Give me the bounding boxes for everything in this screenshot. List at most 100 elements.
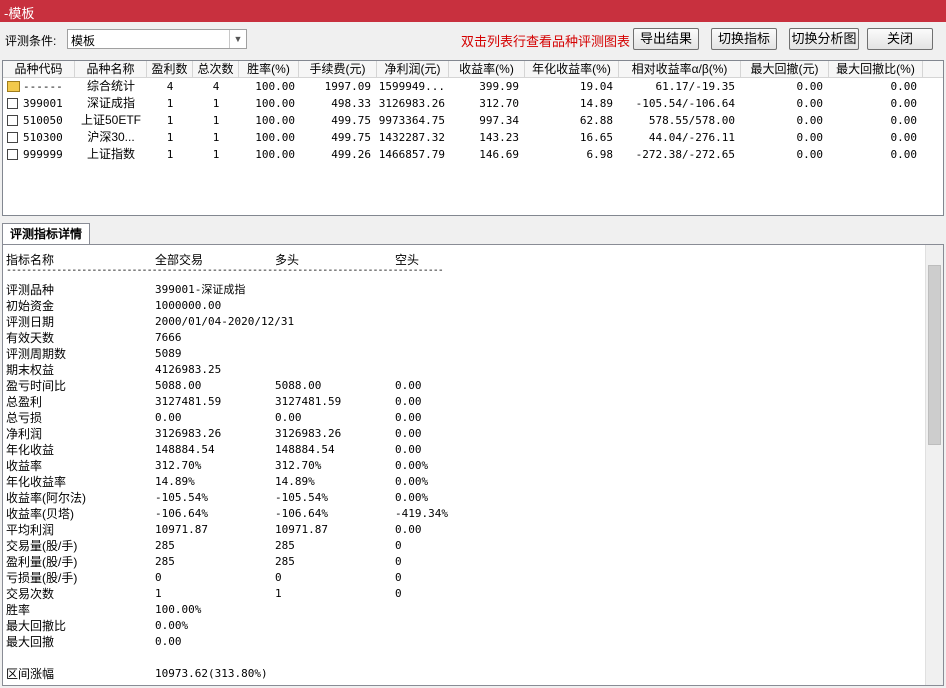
- detail-all: -105.54%: [155, 491, 208, 504]
- cell-rate: 100.00: [255, 148, 295, 161]
- detail-name: 年化收益: [6, 443, 55, 457]
- detail-long: -105.54%: [275, 491, 328, 504]
- detail-long: 3126983.26: [275, 427, 342, 440]
- col-header-ret[interactable]: 收益率(%): [449, 61, 525, 77]
- result-grid[interactable]: 品种代码 品种名称 盈利数 总次数 胜率(%) 手续费(元) 净利润(元) 收益…: [2, 60, 944, 216]
- list-item: 收益率(贝塔) -106.64% -106.64% -419.34%: [3, 506, 923, 522]
- col-header-dd[interactable]: 最大回撤(元): [741, 61, 829, 77]
- detail-short: 0: [395, 587, 402, 600]
- detail-long: 14.89%: [275, 475, 315, 488]
- detail-name: 净利润: [6, 427, 43, 441]
- table-row[interactable]: 510300 沪深30... 1 1 100.00 499.75 1432287.32 143…: [3, 129, 943, 146]
- list-item: 最大回撤 0.00: [3, 634, 923, 650]
- close-button[interactable]: 关闭: [867, 28, 933, 50]
- detail-name: 交易量(股/手): [6, 539, 78, 553]
- detail-short: 0.00%: [395, 475, 429, 488]
- detail-all: 14.89%: [155, 475, 195, 488]
- col-header-total[interactable]: 总次数: [193, 61, 239, 77]
- detail-all: 100.00%: [155, 603, 202, 616]
- detail-all: 10971.87: [155, 523, 208, 536]
- detail-short: 0: [395, 539, 402, 552]
- cell-profit: 1432287.32: [378, 131, 445, 144]
- cell-win: 1: [166, 114, 174, 127]
- cell-profit: 1466857.79: [378, 148, 445, 161]
- table-row[interactable]: 399001 深证成指 1 1 100.00 498.33 3126983.26 312.70…: [3, 95, 943, 112]
- cell-rate: 100.00: [255, 114, 295, 127]
- cell-annual: 16.65: [579, 131, 613, 144]
- table-row[interactable]: 510050 上证50ETF 1 1 100.00 499.75 9973364.75 997…: [3, 112, 943, 129]
- file-icon: [7, 149, 18, 160]
- list-item: 亏损量(股/手) 0 0 0: [3, 570, 923, 586]
- cell-total: 1: [212, 114, 220, 127]
- detail-all: -106.64%: [155, 507, 208, 520]
- cell-profit: 3126983.26: [378, 97, 445, 110]
- file-icon: [7, 115, 18, 126]
- cell-name: 上证指数: [86, 147, 135, 161]
- cell-ret: 146.69: [479, 148, 519, 161]
- cell-win: 4: [166, 80, 174, 93]
- cell-rel: -105.54/-106.64: [635, 97, 735, 110]
- detail-name: 最大回撤比: [6, 619, 67, 633]
- detail-name: 期末权益: [6, 363, 55, 377]
- col-header-rate[interactable]: 胜率(%): [239, 61, 299, 77]
- detail-short: 0.00%: [395, 491, 429, 504]
- cell-dd: 0.00: [796, 80, 824, 93]
- cell-code: ------: [23, 80, 63, 93]
- detail-short: 0.00: [395, 379, 422, 392]
- cell-rate: 100.00: [255, 80, 295, 93]
- list-item: 最大回撤比 0.00%: [3, 618, 923, 634]
- switch-indicator-button[interactable]: 切换指标: [711, 28, 777, 50]
- detail-short: 0.00%: [395, 459, 429, 472]
- detail-name: 收益率(贝塔): [6, 507, 74, 521]
- cell-ret: 312.70: [479, 97, 519, 110]
- detail-name: 交易次数: [6, 587, 55, 601]
- col-header-ddr[interactable]: 最大回撤比(%): [829, 61, 923, 77]
- detail-all: 0.00: [155, 411, 182, 424]
- cell-annual: 6.98: [586, 148, 614, 161]
- condition-label: 评测条件:: [5, 34, 57, 48]
- cell-dd: 0.00: [796, 131, 824, 144]
- detail-all: 1000000.00: [155, 299, 222, 312]
- detail-name: 胜率: [6, 603, 31, 617]
- title-bar: -模板: [0, 0, 946, 22]
- detail-all: 5088.00: [155, 379, 202, 392]
- col-header-name[interactable]: 品种名称: [75, 61, 147, 77]
- tab-detail[interactable]: 评测指标详情: [2, 223, 90, 245]
- col-header-fee[interactable]: 手续费(元): [299, 61, 377, 77]
- detail-short: 0: [395, 571, 402, 584]
- col-header-win[interactable]: 盈利数: [147, 61, 193, 77]
- cell-rel: -272.38/-272.65: [635, 148, 735, 161]
- col-header-annual[interactable]: 年化收益率(%): [525, 61, 619, 77]
- cell-name: 沪深30...: [87, 130, 135, 144]
- detail-name: 初始资金: [6, 299, 55, 313]
- detail-name: 区间涨幅: [6, 667, 55, 681]
- detail-long: 0.00: [275, 411, 302, 424]
- detail-short: 0: [395, 555, 402, 568]
- detail-name: 收益率: [6, 459, 43, 473]
- cell-rel: 44.04/-276.11: [648, 131, 735, 144]
- detail-separator: ----------------------------------------…: [6, 265, 444, 276]
- list-item: 评测品种 399001-深证成指: [3, 282, 923, 298]
- col-header-code[interactable]: 品种代码: [3, 61, 75, 77]
- list-item: 胜率 100.00%: [3, 602, 923, 618]
- condition-select[interactable]: 模板 ▼: [67, 29, 247, 49]
- cell-ret: 997.34: [479, 114, 519, 127]
- cell-ddr: 0.00: [890, 148, 918, 161]
- scrollbar-thumb[interactable]: [928, 265, 941, 445]
- list-item: 期末权益 4126983.25: [3, 362, 923, 378]
- table-row[interactable]: ------ 综合统计 4 4 100.00 1997.09 1599949... 399.9…: [3, 78, 943, 95]
- detail-all: 10973.62(313.80%): [155, 667, 268, 680]
- cell-fee: 499.26: [331, 148, 371, 161]
- cell-name: 上证50ETF: [80, 113, 141, 127]
- export-button[interactable]: 导出结果: [633, 28, 699, 50]
- switch-chart-button[interactable]: 切换分析图: [789, 28, 859, 50]
- col-header-profit[interactable]: 净利润(元): [377, 61, 449, 77]
- list-item: 评测日期 2000/01/04-2020/12/31: [3, 314, 923, 330]
- detail-all: 0.00: [155, 635, 182, 648]
- col-header-rel[interactable]: 相对收益率α/β(%): [619, 61, 741, 77]
- detail-scrollbar[interactable]: [925, 245, 943, 685]
- list-item: 有效天数 7666: [3, 330, 923, 346]
- table-row[interactable]: 999999 上证指数 1 1 100.00 499.26 1466857.79 146.69…: [3, 146, 943, 163]
- detail-long: 312.70%: [275, 459, 322, 472]
- chevron-down-icon[interactable]: ▼: [229, 30, 246, 48]
